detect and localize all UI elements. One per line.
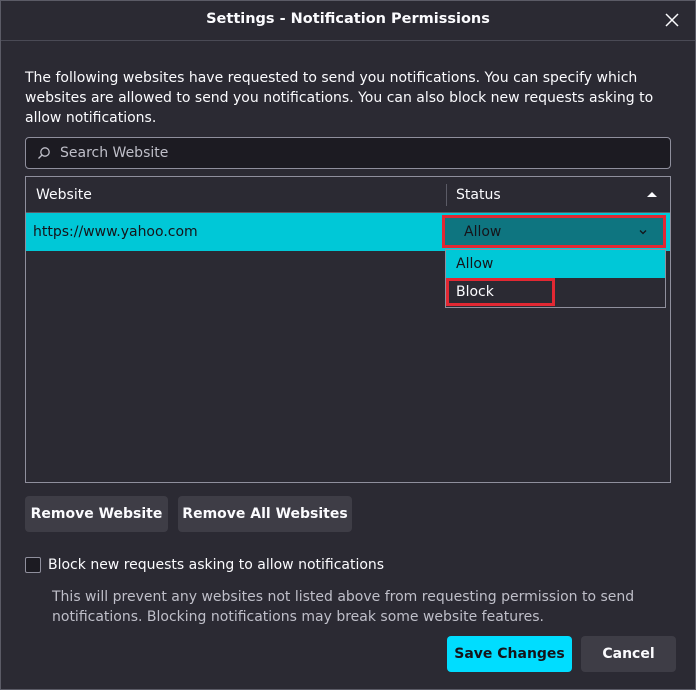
chevron-down-icon <box>639 230 647 235</box>
title-bar: Settings - Notification Permissions <box>1 1 695 41</box>
dialog-title: Settings - Notification Permissions <box>206 11 490 27</box>
close-button[interactable] <box>661 9 683 31</box>
search-input[interactable] <box>60 138 660 168</box>
block-new-requests-label[interactable]: Block new requests asking to allow notif… <box>48 557 384 573</box>
notification-permissions-dialog: Settings - Notification Permissions The … <box>0 0 696 690</box>
column-divider <box>446 184 447 206</box>
status-select-value: Allow <box>464 224 502 240</box>
table-row[interactable]: https://www.yahoo.com Allow <box>26 213 670 251</box>
status-select[interactable]: Allow <box>442 215 666 248</box>
status-dropdown-menu: Allow Block <box>445 249 666 308</box>
close-icon <box>665 13 679 27</box>
cancel-button[interactable]: Cancel <box>581 636 676 672</box>
status-option-allow[interactable]: Allow <box>446 250 665 278</box>
remove-all-websites-button[interactable]: Remove All Websites <box>178 496 352 532</box>
remove-website-button[interactable]: Remove Website <box>25 496 168 532</box>
block-new-requests-checkbox[interactable] <box>25 557 41 573</box>
sort-ascending-icon <box>647 192 657 197</box>
search-box[interactable] <box>25 137 671 169</box>
option-label: Allow <box>456 256 494 272</box>
save-changes-button[interactable]: Save Changes <box>447 636 572 672</box>
table-header: Website Status <box>26 177 670 213</box>
search-icon <box>38 147 50 159</box>
option-label: Block <box>456 284 494 300</box>
status-option-block[interactable]: Block <box>446 278 665 306</box>
websites-table: Website Status https://www.yahoo.com All… <box>25 176 671 483</box>
column-header-status[interactable]: Status <box>456 187 501 203</box>
row-website: https://www.yahoo.com <box>33 224 198 240</box>
column-header-website[interactable]: Website <box>36 187 92 203</box>
block-new-requests-note: This will prevent any websites not liste… <box>52 589 635 625</box>
dialog-description: The following websites have requested to… <box>25 70 654 126</box>
